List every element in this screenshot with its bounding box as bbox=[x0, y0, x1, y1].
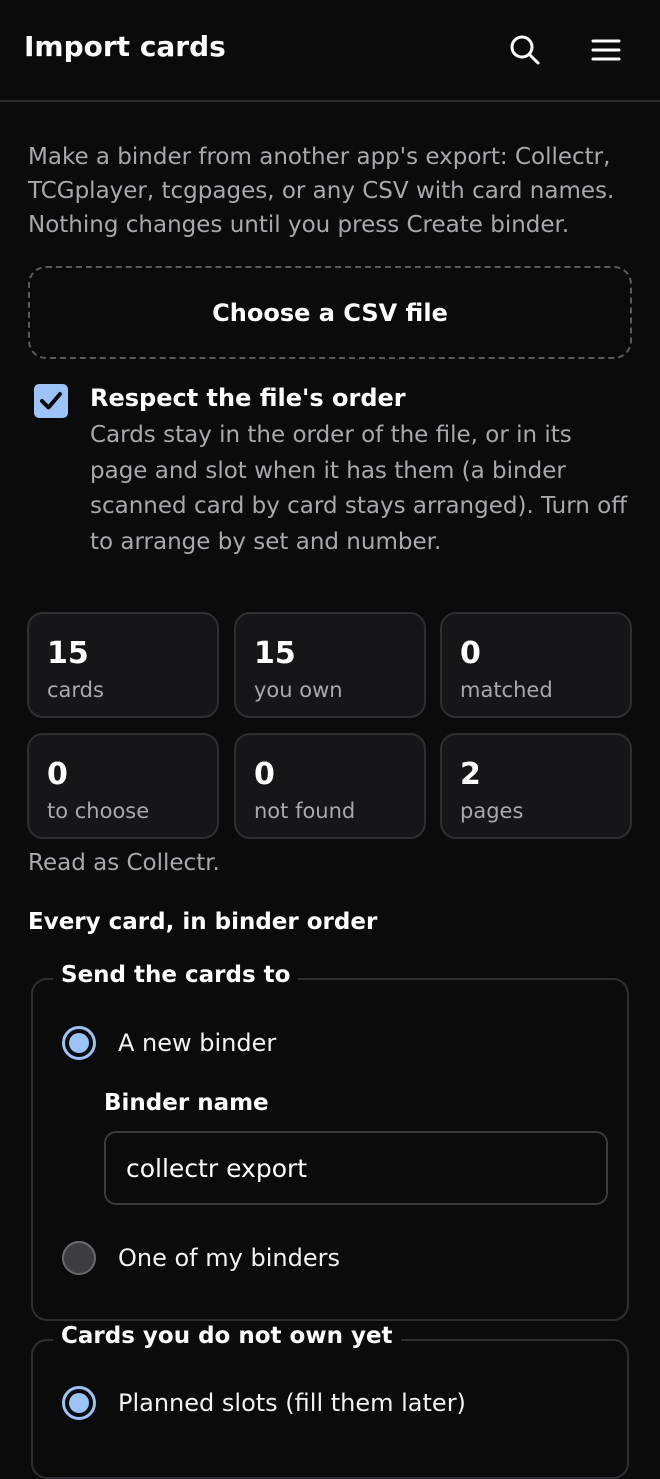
search-icon bbox=[510, 35, 540, 65]
stat-pages: 2 pages bbox=[440, 733, 632, 839]
stat-value: 0 bbox=[254, 757, 275, 792]
destination-legend: Send the cards to bbox=[53, 962, 299, 988]
stat-value: 0 bbox=[460, 636, 481, 671]
new-binder-label[interactable]: A new binder bbox=[118, 1029, 276, 1057]
existing-binder-radio[interactable] bbox=[62, 1241, 96, 1275]
new-binder-radio[interactable] bbox=[62, 1026, 96, 1060]
intro-text: Make a binder from another app's export:… bbox=[28, 144, 615, 238]
stat-label: pages bbox=[460, 799, 524, 823]
stat-value: 15 bbox=[47, 636, 89, 671]
stat-label: not found bbox=[254, 799, 356, 823]
binder-name-label: Binder name bbox=[104, 1090, 269, 1116]
choose-csv-file-button[interactable]: Choose a CSV file bbox=[28, 266, 632, 359]
stat-label: you own bbox=[254, 678, 343, 702]
stat-value: 2 bbox=[460, 757, 481, 792]
stat-label: cards bbox=[47, 678, 104, 702]
choose-csv-file-label: Choose a CSV file bbox=[212, 298, 448, 327]
binder-name-input[interactable] bbox=[104, 1131, 608, 1205]
stat-to-choose: 0 to choose bbox=[27, 733, 219, 839]
stat-not-found: 0 not found bbox=[234, 733, 426, 839]
stat-value: 0 bbox=[47, 757, 68, 792]
menu-icon bbox=[591, 39, 621, 61]
respect-order-title[interactable]: Respect the file's order bbox=[90, 384, 406, 412]
respect-order-description: Cards stay in the order of the file, or … bbox=[90, 422, 628, 555]
destination-fieldset: Send the cards to A new binder Binder na… bbox=[31, 962, 629, 1321]
check-icon bbox=[40, 392, 62, 410]
read-as-text: Read as Collectr. bbox=[28, 850, 220, 876]
page-title: Import cards bbox=[24, 30, 226, 63]
stat-value: 15 bbox=[254, 636, 296, 671]
unowned-fieldset: Cards you do not own yet Planned slots (… bbox=[31, 1323, 629, 1479]
stat-label: to choose bbox=[47, 799, 150, 823]
planned-slots-label[interactable]: Planned slots (fill them later) bbox=[118, 1389, 466, 1417]
section-title: Every card, in binder order bbox=[28, 909, 378, 935]
stat-you-own: 15 you own bbox=[234, 612, 426, 718]
stat-matched: 0 matched bbox=[440, 612, 632, 718]
respect-order-checkbox[interactable] bbox=[34, 384, 68, 418]
unowned-legend: Cards you do not own yet bbox=[53, 1323, 401, 1349]
planned-slots-radio[interactable] bbox=[62, 1386, 96, 1420]
search-button[interactable] bbox=[505, 30, 545, 70]
stat-label: matched bbox=[460, 678, 553, 702]
stat-cards: 15 cards bbox=[27, 612, 219, 718]
top-bar: Import cards bbox=[0, 0, 660, 102]
menu-button[interactable] bbox=[586, 30, 626, 70]
existing-binder-label[interactable]: One of my binders bbox=[118, 1244, 340, 1272]
